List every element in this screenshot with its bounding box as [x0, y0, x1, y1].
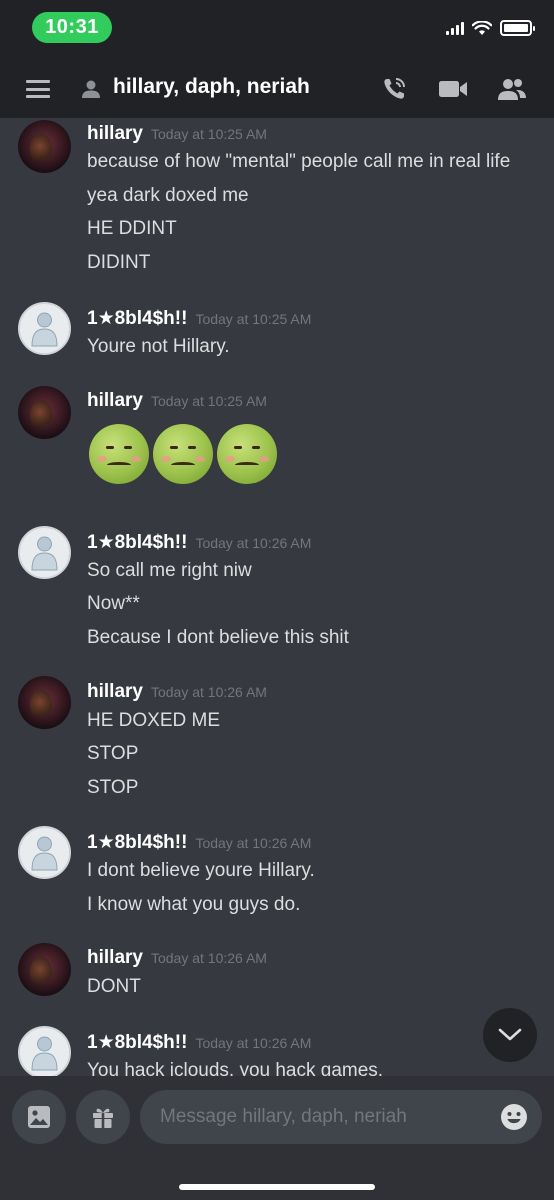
default-user-icon — [31, 836, 58, 871]
top-bar: 10:31 hillary, daph, neriah — [0, 0, 554, 118]
nauseated-face-emoji[interactable] — [89, 424, 149, 484]
message-author[interactable]: 1★8bl4$h!! Today at 10:26 AM — [87, 1031, 311, 1054]
message-author[interactable]: hillary Today at 10:25 AM — [87, 123, 267, 145]
message-text: You hack iclouds, you hack games. — [87, 1060, 384, 1076]
gift-icon — [93, 1108, 113, 1128]
wifi-icon — [472, 20, 492, 35]
message-text: DIDINT — [87, 252, 151, 273]
channel-header: hillary, daph, neriah — [0, 60, 554, 118]
message-text: because of how "mental" people call me i… — [87, 151, 511, 172]
avatar[interactable] — [18, 526, 71, 579]
default-user-icon — [31, 1036, 58, 1071]
message-text: I dont believe youre Hillary. — [87, 860, 315, 881]
message-timestamp: Today at 10:26 AM — [195, 835, 312, 851]
message-author[interactable]: hillary Today at 10:25 AM — [87, 390, 267, 412]
status-time: 10:31 — [32, 12, 112, 43]
avatar[interactable] — [18, 943, 71, 996]
message-text: Youre not Hillary. — [87, 336, 230, 357]
message-text: STOP — [87, 743, 139, 764]
avatar[interactable] — [18, 302, 71, 355]
avatar[interactable] — [18, 676, 71, 729]
message-timestamp: Today at 10:26 AM — [195, 535, 312, 551]
group-dm-icon — [82, 80, 100, 98]
message-author[interactable]: 1★8bl4$h!! Today at 10:25 AM — [87, 307, 311, 330]
nauseated-face-emoji[interactable] — [153, 424, 213, 484]
call-button[interactable] — [378, 74, 410, 104]
message-composer: Message hillary, daph, neriah — [0, 1076, 554, 1200]
menu-icon[interactable] — [26, 80, 50, 98]
image-icon — [28, 1106, 50, 1128]
message-timestamp: Today at 10:25 AM — [150, 126, 267, 142]
message-text: HE DDINT — [87, 218, 177, 239]
battery-icon — [500, 20, 535, 36]
gift-button[interactable] — [76, 1090, 130, 1144]
message-text: Now** — [87, 593, 140, 614]
message-text: yea dark doxed me — [87, 185, 249, 206]
message-timestamp: Today at 10:26 AM — [195, 1035, 312, 1051]
attach-image-button[interactable] — [12, 1090, 66, 1144]
message-text: STOP — [87, 777, 139, 798]
message-author[interactable]: hillary Today at 10:26 AM — [87, 681, 267, 703]
message-author[interactable]: 1★8bl4$h!! Today at 10:26 AM — [87, 831, 311, 854]
message-timestamp: Today at 10:26 AM — [150, 950, 267, 966]
message-text: HE DOXED ME — [87, 710, 221, 731]
message-placeholder: Message hillary, daph, neriah — [160, 1106, 407, 1127]
home-indicator — [179, 1184, 375, 1190]
status-icons — [446, 20, 535, 36]
avatar[interactable] — [18, 120, 71, 173]
avatar[interactable] — [18, 826, 71, 879]
message-timestamp: Today at 10:26 AM — [150, 684, 267, 700]
video-camera-icon — [439, 81, 467, 97]
message-text: I know what you guys do. — [87, 894, 301, 915]
message-input[interactable]: Message hillary, daph, neriah — [140, 1090, 542, 1144]
message-author[interactable]: hillary Today at 10:26 AM — [87, 947, 267, 969]
members-button[interactable] — [496, 74, 528, 104]
default-user-icon — [31, 536, 58, 571]
channel-title: hillary, daph, neriah — [113, 75, 310, 98]
default-user-icon — [31, 312, 58, 347]
nauseated-face-emoji[interactable] — [217, 424, 277, 484]
signal-icon — [446, 21, 464, 35]
message-text: Because I dont believe this shit — [87, 627, 349, 648]
avatar[interactable] — [18, 386, 71, 439]
message-timestamp: Today at 10:25 AM — [195, 311, 312, 327]
jump-to-bottom-button[interactable] — [483, 1008, 537, 1062]
message-list[interactable]: hillary Today at 10:25 AM because of how … — [0, 118, 554, 1076]
phone-icon — [384, 78, 405, 99]
message-timestamp: Today at 10:25 AM — [150, 393, 267, 409]
video-button[interactable] — [437, 74, 469, 104]
message-text: DONT — [87, 976, 141, 997]
members-icon — [498, 79, 526, 100]
chevron-down-icon — [498, 1028, 522, 1041]
message-text: So call me right niw — [87, 560, 252, 581]
avatar[interactable] — [18, 1026, 71, 1076]
emoji-icon[interactable] — [500, 1103, 528, 1131]
message-author[interactable]: 1★8bl4$h!! Today at 10:26 AM — [87, 531, 311, 554]
